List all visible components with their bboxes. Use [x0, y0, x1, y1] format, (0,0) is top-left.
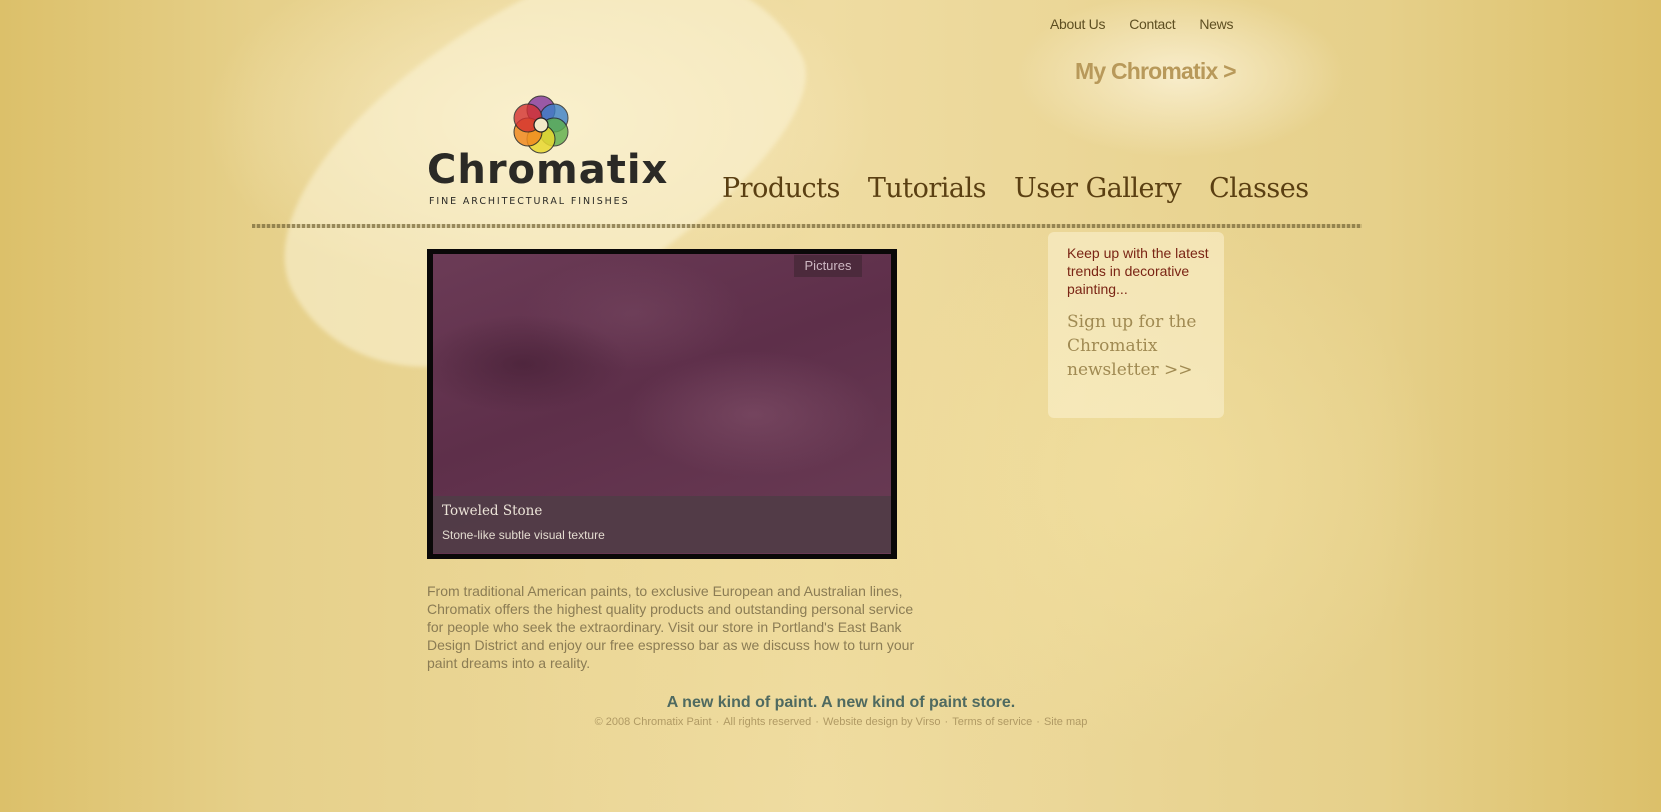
- footer-terms-link[interactable]: Terms of service: [952, 716, 1032, 728]
- nav-tutorials[interactable]: Tutorials: [868, 173, 987, 204]
- footer-tagline: A new kind of paint. A new kind of paint…: [666, 694, 1016, 711]
- footer-separator: ·: [1036, 716, 1040, 728]
- nav-products[interactable]: Products: [722, 173, 840, 204]
- nav-user-gallery[interactable]: User Gallery: [1014, 173, 1182, 204]
- header-divider: [252, 224, 1362, 228]
- logo-wordmark: Chromatix: [427, 147, 669, 193]
- footer-separator: ·: [815, 716, 819, 728]
- slide-title: Toweled Stone: [442, 503, 543, 519]
- top-nav: About Us Contact News: [1050, 16, 1233, 32]
- slideshow-caption: Toweled Stone Stone-like subtle visual t…: [433, 496, 891, 553]
- footer-links: © 2008 Chromatix Paint · All rights reserv…: [0, 716, 1661, 728]
- footer-separator: ·: [715, 716, 720, 728]
- top-nav-contact-link[interactable]: Contact: [1129, 16, 1175, 32]
- main-nav: Products Tutorials User Gallery Classes: [722, 173, 1309, 204]
- footer-rights: All rights reserved: [723, 716, 812, 728]
- intro-paragraph: From traditional American paints, to exc…: [427, 583, 915, 671]
- footer-separator: ·: [944, 716, 949, 728]
- slide-description: Stone-like subtle visual texture: [442, 528, 605, 542]
- footer-copyright: © 2008 Chromatix Paint: [594, 716, 712, 728]
- footer-sitemap-link[interactable]: Site map: [1044, 716, 1087, 728]
- chromatix-logo[interactable]: Chromatix FINE ARCHITECTURAL FINISHES: [427, 92, 667, 210]
- pictures-tab[interactable]: Pictures: [794, 255, 862, 277]
- my-chromatix-link[interactable]: My Chromatix >: [1075, 58, 1237, 85]
- color-wheel-logo-icon: [513, 95, 569, 154]
- top-nav-about-link[interactable]: About Us: [1050, 16, 1105, 32]
- nav-classes[interactable]: Classes: [1209, 173, 1309, 204]
- footer-design-link[interactable]: Website design by Virso: [823, 716, 941, 728]
- newsletter-signup-link[interactable]: Sign up for the Chromatix newsletter >>: [1067, 310, 1217, 382]
- top-nav-news-link[interactable]: News: [1199, 16, 1233, 32]
- newsletter-teaser: Keep up with the latest trends in decora…: [1067, 245, 1209, 297]
- logo-tagline: FINE ARCHITECTURAL FINISHES: [429, 196, 630, 207]
